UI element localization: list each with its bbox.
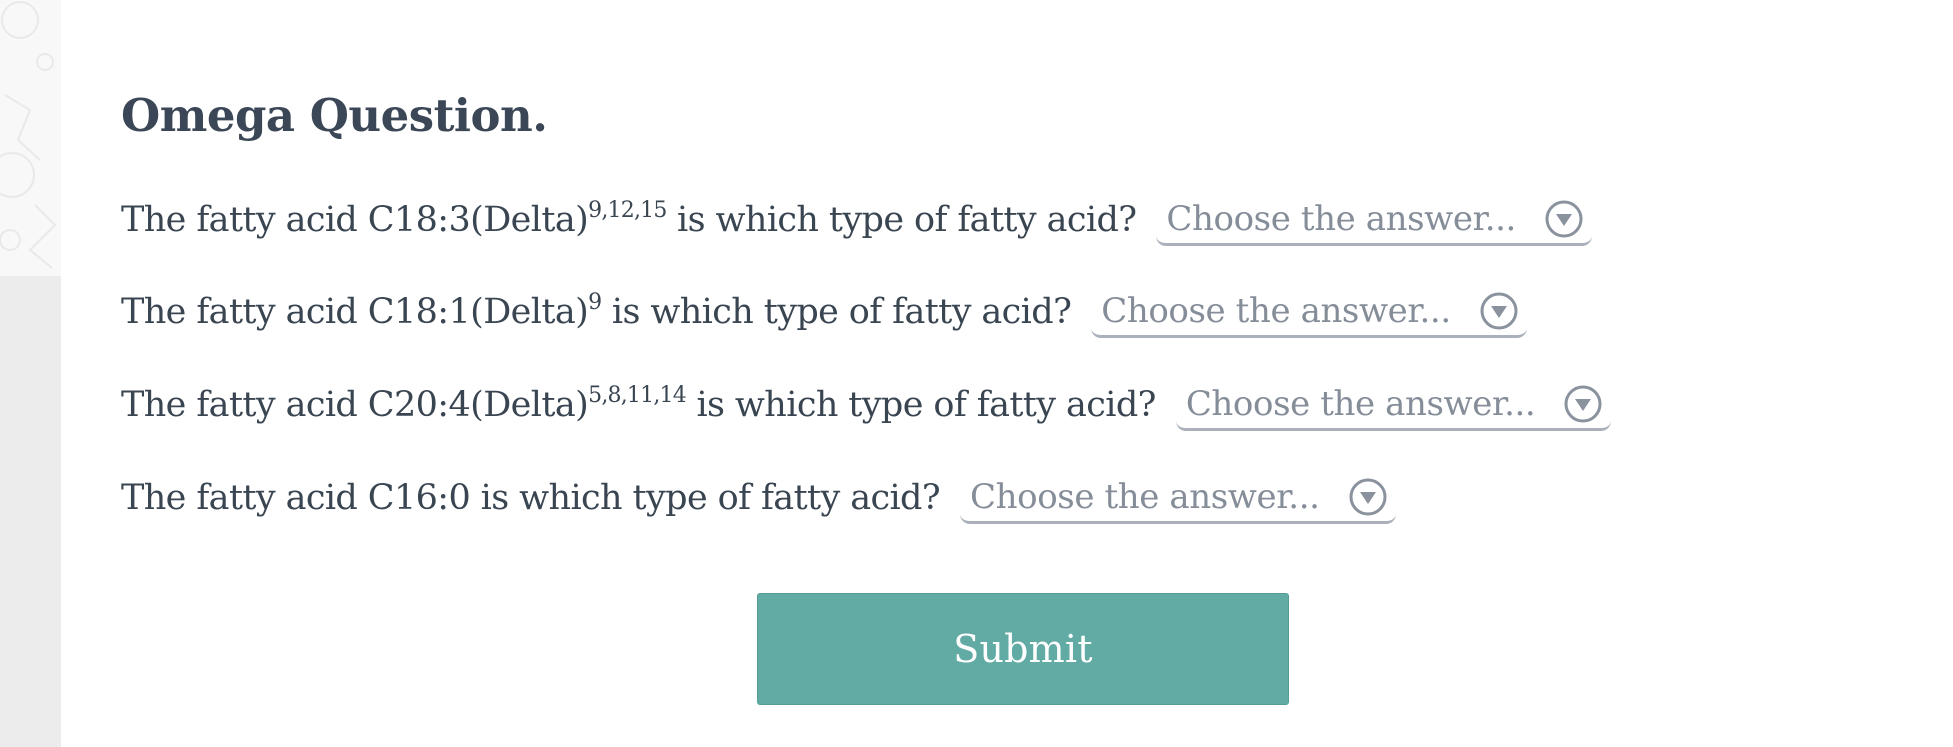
- question-row-2: The fatty acid C18:1(Delta)9 is which ty…: [121, 282, 1527, 342]
- question-text: The fatty acid C18:1(Delta)9 is which ty…: [121, 288, 1072, 336]
- answer-select-value: Choose the answer...: [1101, 290, 1451, 331]
- question-text: The fatty acid C20:4(Delta)5,8,11,14 is …: [121, 381, 1156, 429]
- answer-select[interactable]: Choose the answer...: [1156, 194, 1592, 246]
- question-prefix: The fatty acid C20:4(Delta): [121, 385, 589, 425]
- answer-select-value: Choose the answer...: [1185, 383, 1536, 424]
- question-prefix: The fatty acid C16:0 is which type of fa…: [121, 478, 941, 518]
- question-superscript: 9: [588, 290, 602, 315]
- question-superscript: 9,12,15: [588, 198, 667, 223]
- submit-button[interactable]: Submit: [757, 593, 1289, 705]
- question-row-3: The fatty acid C20:4(Delta)5,8,11,14 is …: [121, 375, 1612, 435]
- question-row-4: The fatty acid C16:0 is which type of fa…: [121, 468, 1396, 528]
- question-suffix: is which type of fatty acid?: [666, 200, 1137, 240]
- page-title: Omega Question.: [121, 89, 548, 142]
- answer-select-value: Choose the answer...: [1166, 198, 1516, 239]
- rail-pattern: [0, 0, 61, 276]
- question-text: The fatty acid C16:0 is which type of fa…: [121, 474, 941, 522]
- question-row-1: The fatty acid C18:3(Delta)9,12,15 is wh…: [121, 190, 1592, 250]
- answer-select-value: Choose the answer...: [970, 476, 1320, 517]
- left-rail: [0, 0, 61, 747]
- question-text: The fatty acid C18:3(Delta)9,12,15 is wh…: [121, 196, 1137, 244]
- chevron-down-circle-icon[interactable]: [1563, 384, 1603, 424]
- answer-select[interactable]: Choose the answer...: [960, 472, 1396, 524]
- chevron-down-circle-icon[interactable]: [1544, 199, 1584, 239]
- chevron-down-circle-icon[interactable]: [1479, 291, 1519, 331]
- question-prefix: The fatty acid C18:1(Delta): [121, 292, 589, 332]
- answer-select[interactable]: Choose the answer...: [1175, 379, 1612, 431]
- question-suffix: is which type of fatty acid?: [601, 292, 1072, 332]
- question-suffix: is which type of fatty acid?: [685, 385, 1156, 425]
- answer-select[interactable]: Choose the answer...: [1091, 286, 1527, 338]
- question-superscript: 5,8,11,14: [588, 383, 687, 408]
- question-prefix: The fatty acid C18:3(Delta): [121, 200, 589, 240]
- chevron-down-circle-icon[interactable]: [1348, 477, 1388, 517]
